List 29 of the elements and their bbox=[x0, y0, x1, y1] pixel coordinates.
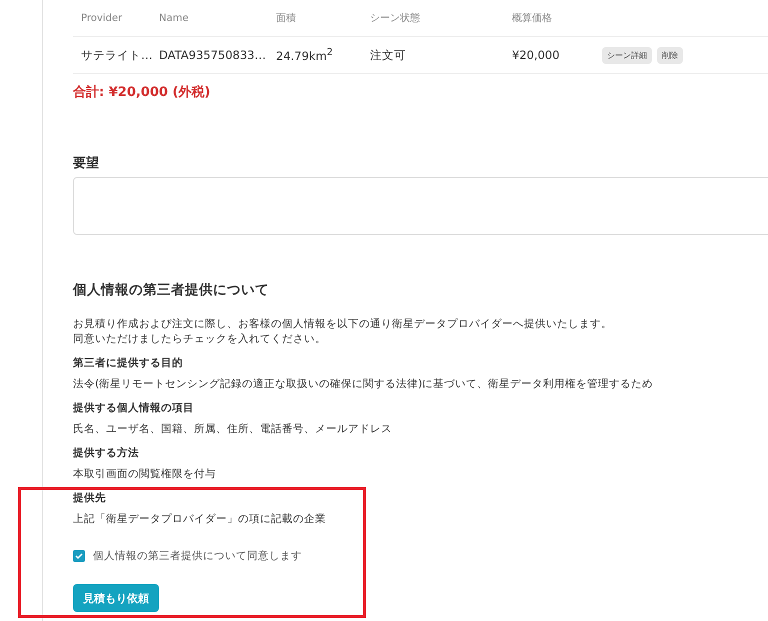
item-text: 法令(衛星リモートセンシング記録の適正な取扱いの確保に関する法律)に基づいて、衛星データ利用権を管理するため bbox=[73, 377, 654, 392]
item-heading: 提供先 bbox=[73, 491, 107, 506]
column-header: Name bbox=[158, 12, 190, 24]
table-cell-text: DATA935750833… bbox=[158, 48, 267, 62]
table-cell-text: サテライト… bbox=[80, 48, 151, 62]
item-text: 氏名、ユーザ名、国籍、所属、住所、電話番号、メールアドレス bbox=[73, 422, 393, 437]
consent-label: 個人情報の第三者提供について同意します bbox=[93, 549, 302, 563]
column-header: Provider bbox=[80, 12, 124, 24]
item-text: 本取引画面の閲覧権限を付与 bbox=[73, 467, 217, 482]
item-heading: 提供する個人情報の項目 bbox=[73, 401, 195, 416]
item-heading: 提供する方法 bbox=[73, 446, 140, 461]
item-text: 上記「衛星データプロバイダー」の項に記載の企業 bbox=[73, 512, 327, 527]
table-cell-text: 24.79km$^{2}$ bbox=[275, 47, 334, 63]
table-cell-text: ¥20,000 bbox=[511, 48, 561, 62]
section-title: 個人情報の第三者提供について bbox=[73, 281, 270, 299]
delete-button[interactable]: 削除 bbox=[657, 46, 683, 64]
intro-text: 同意いただけましたらチェックを入れてください。 bbox=[73, 332, 327, 347]
consent-checkbox[interactable] bbox=[73, 550, 85, 562]
item-heading: 第三者に提供する目的 bbox=[73, 356, 184, 371]
field-label: 要望 bbox=[73, 154, 100, 172]
intro-text: お見積り作成および注文に際し、お客様の個人情報を以下の通り衛星データプロバイダーへ提供いたします。 bbox=[73, 317, 613, 332]
scene-detail-button[interactable]: シーン詳細 bbox=[602, 46, 652, 64]
check-icon bbox=[75, 552, 83, 560]
request-field[interactable] bbox=[73, 177, 768, 235]
table-cell-text: 注文可 bbox=[369, 48, 407, 62]
column-header: 面積 bbox=[275, 12, 297, 25]
column-header: 概算価格 bbox=[511, 12, 553, 25]
total-price: 合計: ¥20,000 (外税) bbox=[73, 84, 212, 101]
column-header: シーン状態 bbox=[369, 12, 421, 25]
